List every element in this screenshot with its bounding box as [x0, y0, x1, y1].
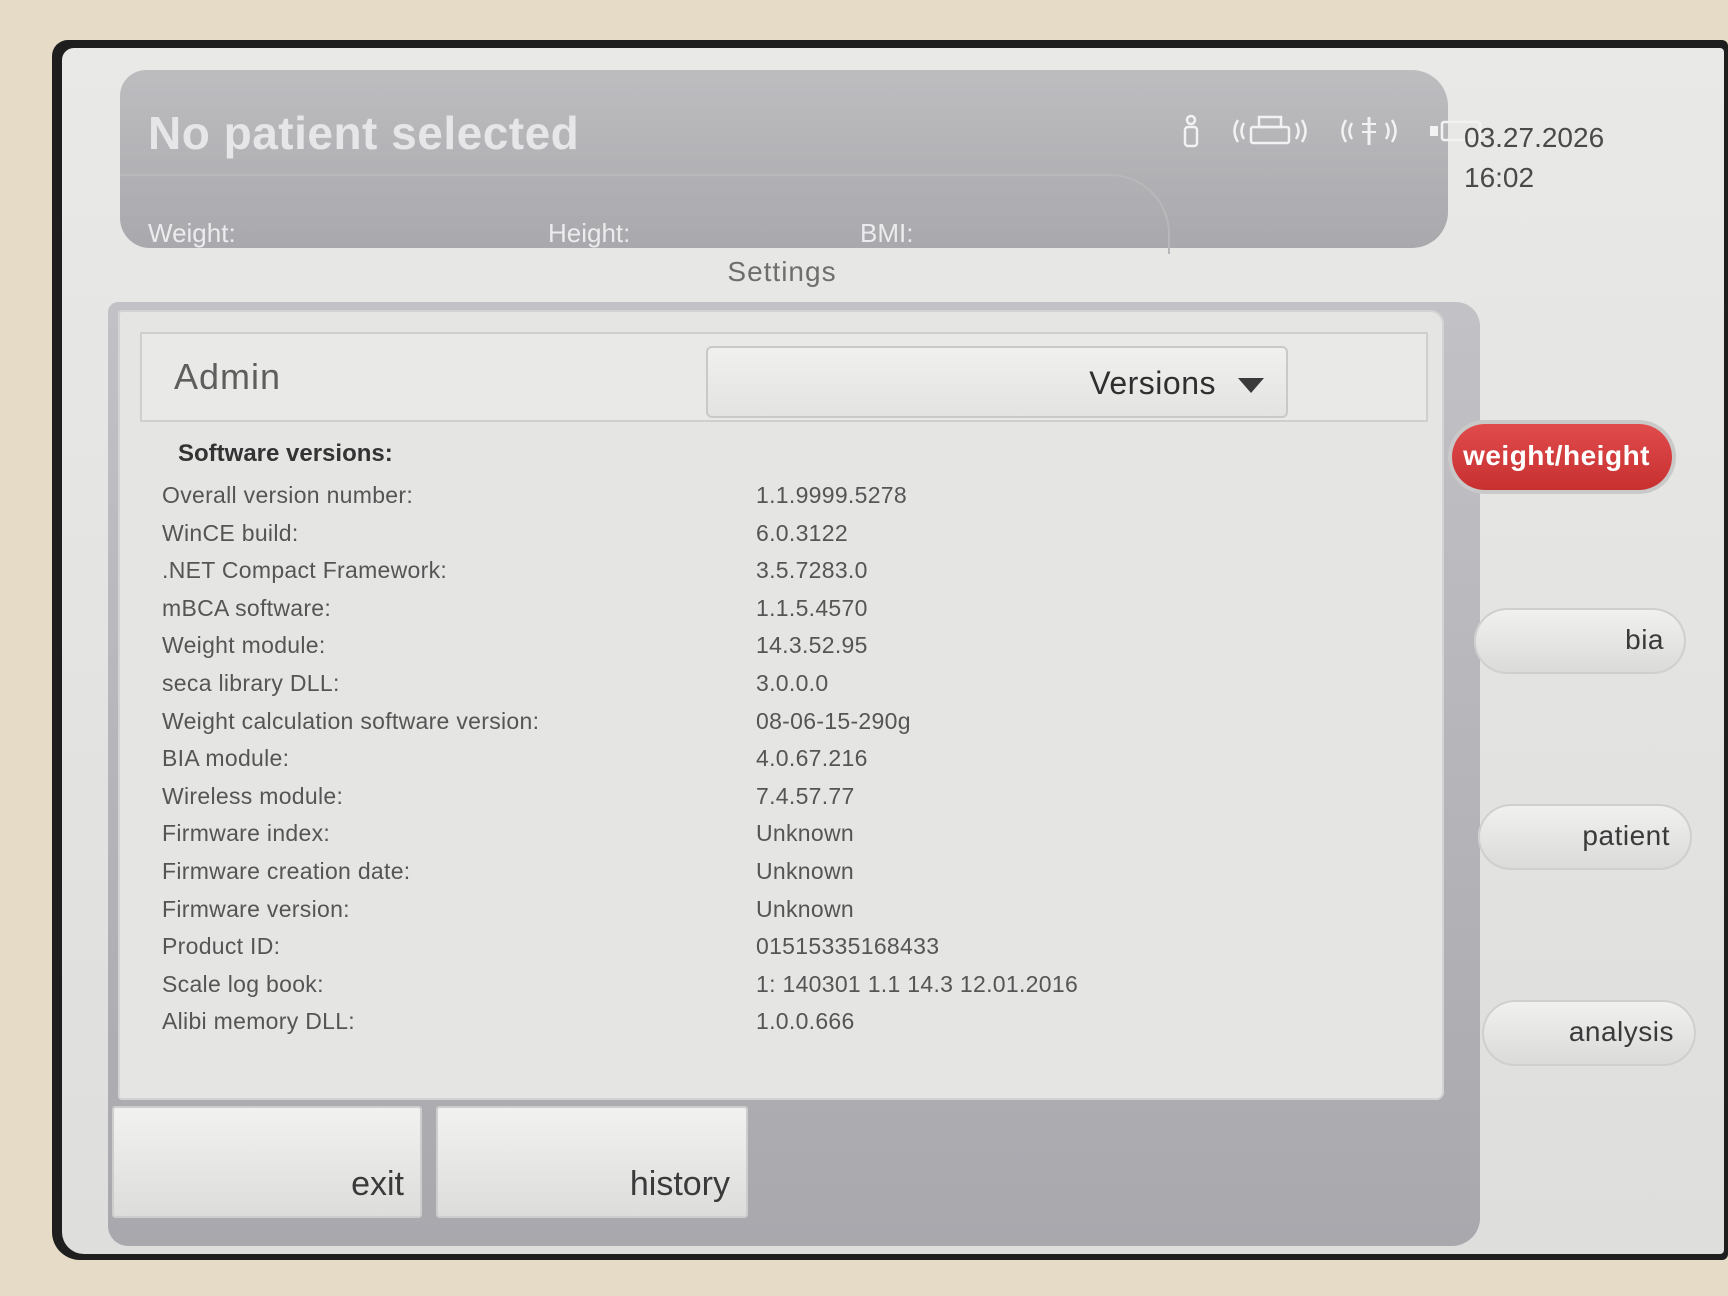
settings-panel: Admin Versions Software versions: Overal…	[118, 310, 1444, 1100]
analysis-nav-button[interactable]: analysis	[1482, 1000, 1696, 1066]
version-label: seca library DLL:	[162, 669, 340, 696]
version-label: Alibi memory DLL:	[162, 1008, 355, 1035]
version-value: 3.0.0.0	[756, 669, 829, 696]
version-row: Firmware creation date: Unknown	[162, 854, 1382, 892]
dropdown-selected-value: Versions	[1089, 365, 1216, 401]
status-icons	[1180, 114, 1482, 148]
version-label: Firmware version:	[162, 895, 350, 922]
patient-nav-button[interactable]: patient	[1478, 804, 1692, 870]
version-label: Wireless module:	[162, 782, 344, 809]
versions-list: Overall version number: 1.1.9999.5278 WinC…	[162, 478, 1382, 1042]
bia-nav-button[interactable]: bia	[1474, 608, 1686, 674]
version-row: Weight module: 14.3.52.95	[162, 628, 1382, 666]
version-value: 1.1.5.4570	[756, 594, 868, 621]
version-value: 3.5.7283.0	[756, 557, 868, 584]
admin-row: Admin Versions	[140, 332, 1428, 422]
patient-nav-label: patient	[1582, 820, 1670, 851]
bmi-label: BMI:	[860, 218, 914, 248]
bia-nav-label: bia	[1625, 624, 1664, 655]
version-row: Firmware version: Unknown	[162, 892, 1382, 930]
weight-label: Weight:	[148, 218, 236, 248]
exit-button-label: exit	[351, 1165, 404, 1203]
chevron-down-icon	[1238, 378, 1264, 393]
version-value: 4.0.67.216	[756, 745, 868, 772]
version-row: Scale log book: 1: 140301 1.1 14.3 12.01.…	[162, 967, 1382, 1005]
version-value: 7.4.57.77	[756, 782, 855, 809]
history-button[interactable]: history	[436, 1106, 748, 1218]
settings-category-dropdown[interactable]: Versions	[706, 346, 1288, 418]
version-value: 01515335168433	[756, 933, 940, 960]
version-value: 08-06-15-290g	[756, 707, 911, 734]
version-row: BIA module: 4.0.67.216	[162, 741, 1382, 779]
version-value: 14.3.52.95	[756, 632, 868, 659]
version-label: Product ID:	[162, 933, 281, 960]
weight-height-nav-button[interactable]: weight/height	[1452, 424, 1672, 490]
version-value: 1.0.0.666	[756, 1008, 855, 1035]
datetime-display: 03.27.2026 16:02	[1464, 118, 1604, 198]
version-value: Unknown	[756, 895, 854, 922]
version-row: Alibi memory DLL: 1.0.0.666	[162, 1004, 1382, 1042]
version-row: Firmware index: Unknown	[162, 816, 1382, 854]
version-row: Weight calculation software version: 08-0…	[162, 704, 1382, 742]
version-label: mBCA software:	[162, 594, 332, 621]
version-label: Weight calculation software version:	[162, 707, 540, 734]
header-divider	[120, 174, 1170, 254]
version-label: Weight module:	[162, 632, 326, 659]
person-icon	[1183, 114, 1199, 148]
version-value: 1.1.9999.5278	[756, 482, 907, 508]
version-label: Firmware creation date:	[162, 857, 411, 884]
version-label: BIA module:	[162, 745, 290, 772]
version-row: seca library DLL: 3.0.0.0	[162, 666, 1382, 704]
printer-wireless-icon	[1233, 115, 1307, 145]
version-value: 6.0.3122	[756, 519, 848, 546]
page-title: Settings	[727, 256, 837, 287]
version-value: 1: 140301 1.1 14.3 12.01.2016	[756, 970, 1079, 997]
version-row: Product ID: 01515335168433	[162, 929, 1382, 967]
software-versions-heading: Software versions:	[178, 440, 393, 467]
admin-label: Admin	[174, 356, 282, 397]
exit-button[interactable]: exit	[112, 1106, 422, 1218]
history-button-label: history	[629, 1165, 730, 1203]
date-display: 03.27.2026	[1464, 122, 1605, 153]
version-row: Wireless module: 7.4.57.77	[162, 779, 1382, 817]
analysis-nav-label: analysis	[1568, 1016, 1674, 1047]
wireless-signal-icon	[1341, 117, 1397, 145]
version-row: .NET Compact Framework: 3.5.7283.0	[162, 553, 1382, 591]
weight-height-nav-label: weight/height	[1463, 440, 1650, 471]
patient-header: No patient selected Weight: Height: BMI:	[120, 70, 1482, 254]
version-label: Firmware index:	[162, 820, 331, 847]
version-value: Unknown	[756, 820, 854, 847]
version-row: mBCA software: 1.1.5.4570	[162, 591, 1382, 629]
version-label: Overall version number:	[162, 482, 414, 508]
version-label: .NET Compact Framework:	[162, 557, 448, 584]
version-value: Unknown	[756, 857, 854, 884]
version-row: WinCE build: 6.0.3122	[162, 516, 1382, 554]
version-row: Overall version number: 1.1.9999.5278	[162, 478, 1382, 516]
version-label: Scale log book:	[162, 970, 324, 997]
version-label: WinCE build:	[162, 519, 299, 546]
height-label: Height:	[548, 218, 631, 248]
device-screen: No patient selected Weight: Height: BMI:	[62, 48, 1724, 1254]
patient-status-title: No patient selected	[148, 107, 580, 159]
time-display: 16:02	[1464, 162, 1535, 193]
